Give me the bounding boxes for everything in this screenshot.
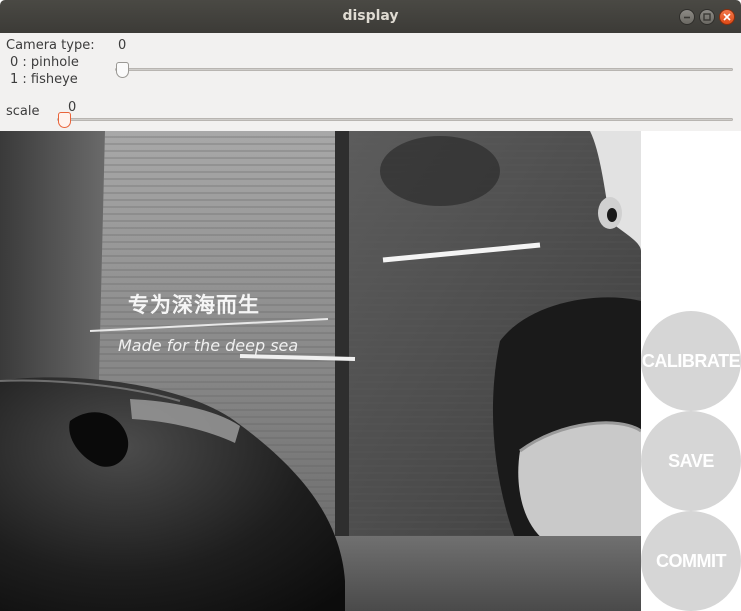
close-button[interactable] <box>719 9 735 25</box>
scale-slider-handle[interactable] <box>58 112 71 128</box>
save-button[interactable]: SAVE <box>641 411 741 511</box>
calibrate-button[interactable]: CALIBRATE <box>641 311 741 411</box>
maximize-icon <box>703 13 711 21</box>
scale-slider-track[interactable] <box>57 118 733 121</box>
camera-overlay-text-english: Made for the deep sea <box>118 336 299 355</box>
camera-type-label: Camera type: <box>6 38 95 53</box>
camera-feed: 专为深海而生 Made for the deep sea <box>0 131 641 611</box>
camera-type-slider-handle[interactable] <box>116 62 129 78</box>
minimize-icon <box>684 16 690 19</box>
window-title: display <box>342 8 399 24</box>
camera-type-option-pinhole: 0 : pinhole <box>10 55 79 70</box>
window-titlebar[interactable]: display <box>0 0 741 33</box>
close-icon <box>723 13 731 21</box>
camera-type-slider-track[interactable] <box>115 68 733 71</box>
camera-type-value: 0 <box>118 38 127 53</box>
camera-feed-image <box>0 131 641 611</box>
camera-type-option-fisheye: 1 : fisheye <box>10 72 78 87</box>
commit-button[interactable]: COMMIT <box>641 511 741 611</box>
controls-panel: Camera type: 0 : pinhole 1 : fisheye 0 s… <box>0 33 741 131</box>
minimize-button[interactable] <box>679 9 695 25</box>
scale-label: scale <box>6 104 40 119</box>
maximize-button[interactable] <box>699 9 715 25</box>
camera-overlay-text-chinese: 专为深海而生 <box>128 293 260 317</box>
